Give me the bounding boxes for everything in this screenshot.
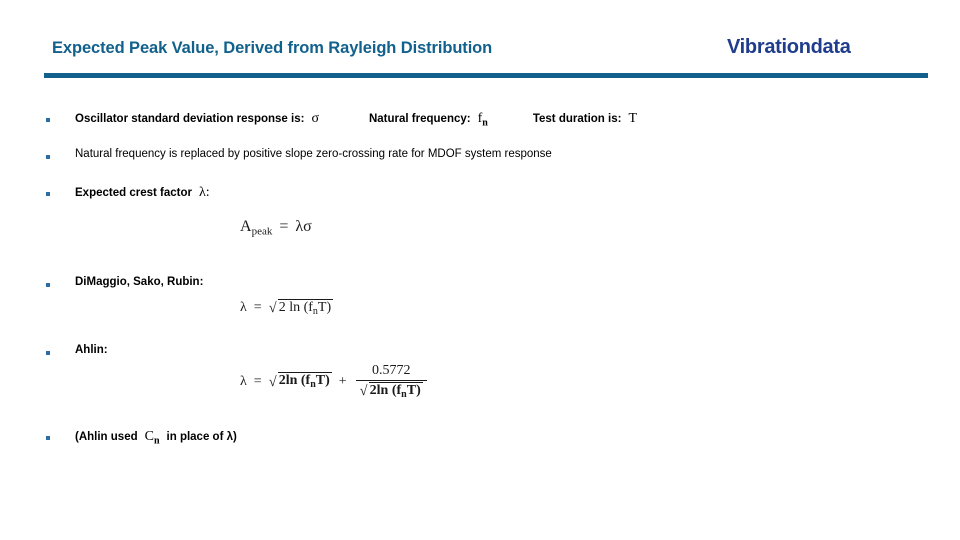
natural-frequency-label: Natural frequency: — [368, 113, 471, 125]
term1-pre: 2ln (f — [278, 373, 311, 389]
list-item-ahlin: Ahlin: — [46, 343, 108, 357]
brand-logo: Vibrationdata — [727, 36, 851, 58]
list-item-ahlin-note: (Ahlin used Cn in place of λ) — [46, 428, 237, 448]
list-item-label: DiMaggio, Sako, Rubin: — [75, 276, 204, 288]
bullet-marker-icon — [46, 118, 50, 122]
a-peak-rhs: λσ — [295, 218, 312, 235]
radical-sign-icon: √ — [359, 382, 368, 399]
radical-sign-icon: √ — [268, 373, 277, 390]
ahlin-den-radicand: 2ln (fnT) — [368, 381, 423, 400]
fraction-denominator: √ 2ln (fnT) — [356, 381, 427, 400]
bullet-marker-icon — [46, 283, 50, 287]
radicand-post: T) — [317, 300, 332, 315]
list-item-label: Ahlin: — [75, 344, 108, 356]
crest-factor-label: Expected crest factor — [75, 187, 192, 199]
ahlin-fraction: 0.5772 √ 2ln (fnT) — [355, 363, 427, 400]
dimaggio-equals: = — [253, 300, 262, 315]
radical-sign-icon: √ — [268, 299, 277, 316]
fraction-numerator: 0.5772 — [371, 363, 411, 378]
ahlin-term1-radical: √ 2ln (fnT) — [268, 372, 332, 391]
bullet-marker-icon — [46, 192, 50, 196]
dimaggio-radical: √ 2 ln (fnT) — [268, 299, 334, 317]
test-duration-label: Test duration is: — [532, 113, 622, 125]
a-peak-subscript: peak — [251, 225, 273, 238]
list-item-natural-frequency-replacement: Natural frequency is replaced by positiv… — [46, 147, 552, 161]
dimaggio-lhs: λ — [240, 300, 247, 315]
bullet-marker-icon — [46, 351, 50, 355]
den-pre: 2ln (f — [369, 382, 402, 398]
oscillator-sigma-label: Oscillator standard deviation response i… — [75, 113, 305, 125]
lambda-symbol: λ: — [198, 185, 210, 200]
den-post: T) — [406, 382, 421, 398]
cn-symbol-base: C — [144, 429, 154, 444]
list-item-label: (Ahlin used Cn in place of λ) — [75, 428, 237, 448]
equation-ahlin: λ = √ 2ln (fnT) +0.5772 √ 2ln (fnT) — [240, 363, 429, 400]
list-item-label: Oscillator standard deviation response i… — [75, 110, 637, 130]
ahlin-note-post: in place of λ) — [166, 431, 237, 443]
term1-post: T) — [315, 373, 330, 389]
slide-canvas: Expected Peak Value, Derived from Raylei… — [0, 0, 960, 540]
equation-a-peak: Apeak = λσ — [240, 218, 312, 238]
header-divider — [44, 73, 928, 78]
sigma-symbol: σ — [311, 111, 319, 126]
equation-dimaggio: λ = √ 2 ln (fnT) — [240, 299, 334, 317]
ahlin-plus: + — [338, 373, 347, 389]
a-peak-equals: = — [279, 218, 289, 235]
a-peak-base: A — [240, 218, 252, 235]
bullet-marker-icon — [46, 436, 50, 440]
t-symbol: T — [628, 111, 637, 126]
list-item-label: Natural frequency is replaced by positiv… — [75, 148, 552, 160]
ahlin-term1-radicand: 2ln (fnT) — [277, 372, 332, 391]
cn-symbol-subscript: n — [153, 435, 160, 447]
radicand-pre: 2 ln (f — [278, 300, 313, 315]
ahlin-lhs: λ — [240, 373, 247, 389]
fn-symbol-subscript: n — [482, 117, 488, 129]
list-item-label: Expected crest factor λ: — [75, 184, 210, 202]
list-item-oscillator-sigma: Oscillator standard deviation response i… — [46, 110, 637, 130]
ahlin-equals: = — [253, 373, 262, 389]
page-title: Expected Peak Value, Derived from Raylei… — [52, 39, 493, 57]
ahlin-note-pre: (Ahlin used — [75, 431, 138, 443]
ahlin-den-radical: √ 2ln (fnT) — [359, 381, 423, 400]
dimaggio-radicand: 2 ln (fnT) — [277, 299, 334, 317]
bullet-marker-icon — [46, 155, 50, 159]
list-item-expected-crest-factor: Expected crest factor λ: — [46, 184, 210, 202]
list-item-dimaggio-sako-rubin: DiMaggio, Sako, Rubin: — [46, 275, 203, 289]
